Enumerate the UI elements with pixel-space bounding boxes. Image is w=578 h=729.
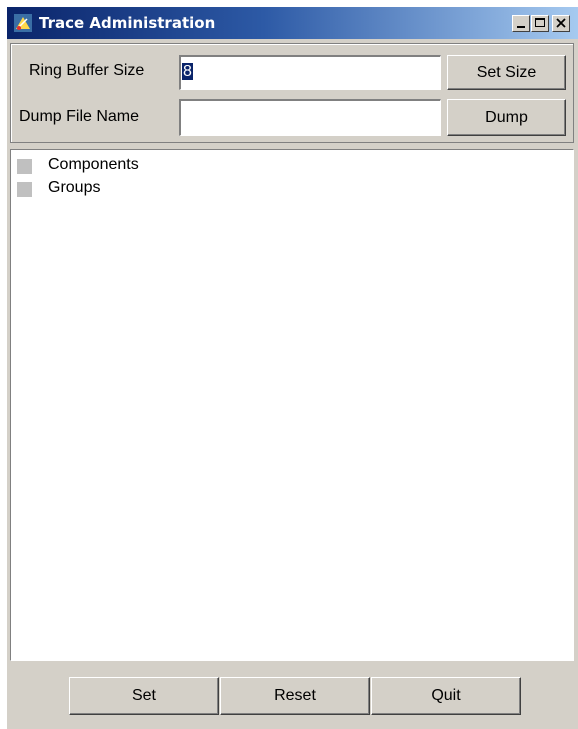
dump-button[interactable]: Dump <box>447 99 566 136</box>
ring-buffer-size-value: 8 <box>182 63 193 80</box>
dump-file-name-label: Dump File Name <box>19 108 140 125</box>
window-title: Trace Administration <box>39 14 216 32</box>
tree-node-icon <box>17 182 32 197</box>
maximize-icon <box>535 18 545 27</box>
settings-panel: Ring Buffer Size 8 Set Size Dump File Na… <box>10 43 574 143</box>
maximize-button[interactable] <box>531 15 549 32</box>
minimize-icon <box>517 26 525 28</box>
close-icon <box>556 18 566 28</box>
app-icon <box>14 14 32 32</box>
set-size-button[interactable]: Set Size <box>447 55 566 90</box>
dump-file-name-input[interactable] <box>179 99 441 136</box>
ring-buffer-size-input[interactable]: 8 <box>179 55 441 90</box>
tree-item-label: Components <box>48 156 139 173</box>
title-bar[interactable]: Trace Administration <box>7 7 578 39</box>
tree-view[interactable]: Components Groups <box>10 149 574 661</box>
tree-item-label: Groups <box>48 179 101 196</box>
trace-administration-window: Trace Administration Ring Buffer Size 8 … <box>7 7 578 729</box>
tree-node-icon <box>17 159 32 174</box>
close-button[interactable] <box>552 15 570 32</box>
quit-button[interactable]: Quit <box>371 677 521 715</box>
button-bar: Set Reset Quit <box>10 665 574 729</box>
set-button[interactable]: Set <box>69 677 219 715</box>
minimize-button[interactable] <box>512 15 530 32</box>
reset-button[interactable]: Reset <box>220 677 370 715</box>
ring-buffer-size-label: Ring Buffer Size <box>29 62 145 79</box>
